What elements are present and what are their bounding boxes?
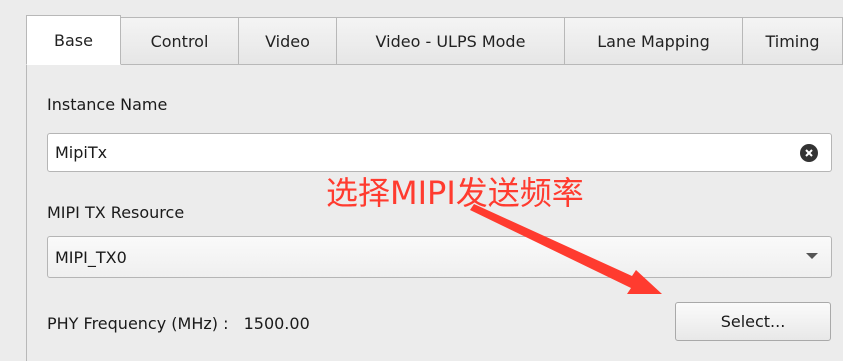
tab-base[interactable]: Base bbox=[26, 15, 121, 65]
arrow-shape bbox=[470, 204, 662, 294]
red-arrow-icon bbox=[470, 204, 662, 294]
